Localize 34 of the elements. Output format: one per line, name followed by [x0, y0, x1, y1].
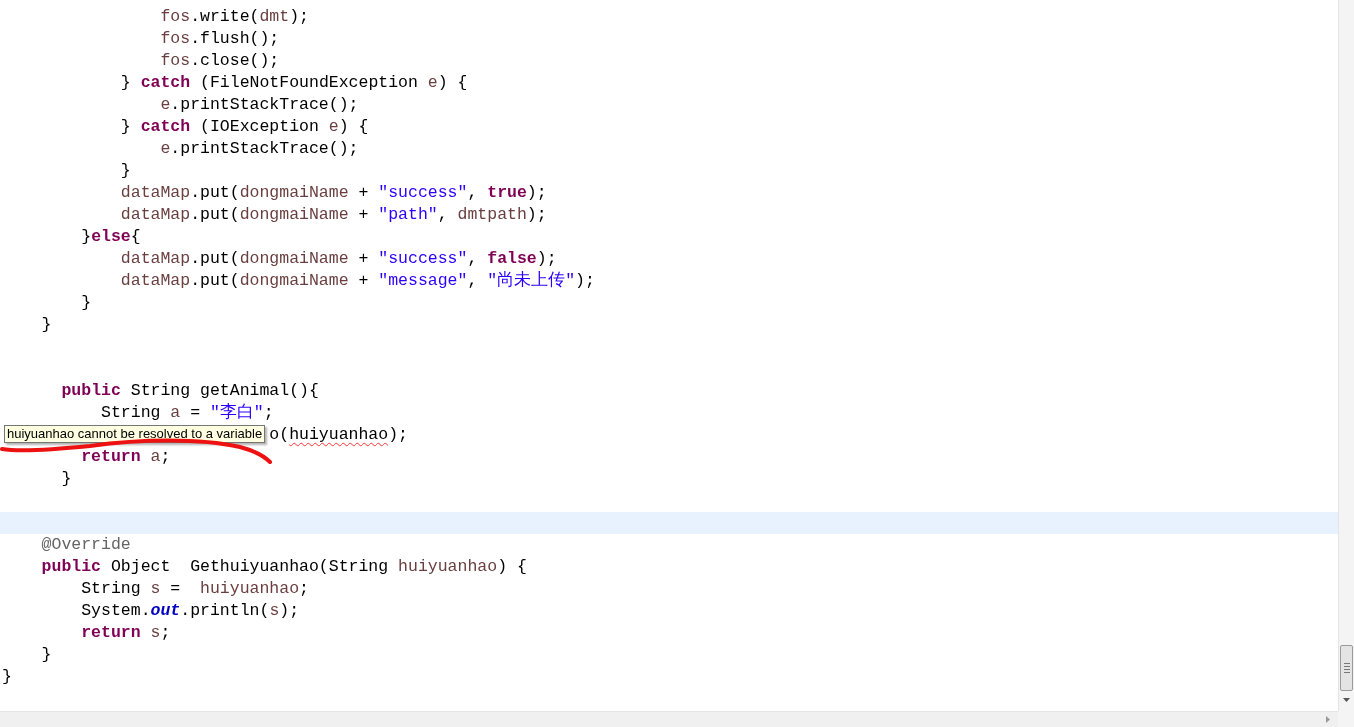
code-line: } [41, 315, 52, 334]
scroll-right-icon[interactable] [1326, 716, 1330, 723]
code-line: dataMap.put(dongmaiName + "success", true); [120, 183, 547, 202]
code-line: dataMap.put(dongmaiName + "path", dmtpath); [120, 205, 547, 224]
code-line: } [120, 161, 131, 180]
code-line: } catch (IOException e) { [120, 117, 369, 136]
horizontal-scrollbar[interactable] [0, 711, 1338, 727]
code-line: fos.flush(); [160, 29, 280, 48]
code-line: e.printStackTrace(); [160, 95, 359, 114]
scrollbar-corner [1338, 711, 1354, 727]
code-line: return s; [81, 623, 171, 642]
code-line: } [41, 645, 52, 664]
code-line: System.out.println(s); [81, 601, 300, 620]
code-line: fos.close(); [160, 51, 280, 70]
code-line: } [2, 667, 12, 686]
code-line: o(huiyuanhao); [269, 425, 408, 444]
code-line: } catch (FileNotFoundException e) { [120, 73, 468, 92]
code-line: public String getAnimal(){ [61, 381, 319, 400]
code-line: } [61, 469, 72, 488]
code-line: e.printStackTrace(); [160, 139, 359, 158]
code-line: public Object Gethuiyuanhao(String huiyuanhao) { [41, 557, 527, 576]
code-line: fos.write(dmt); [160, 7, 309, 26]
scroll-down-icon[interactable] [1343, 698, 1350, 702]
code-line: String s = huiyuanhao; [81, 579, 309, 598]
code-line: @Override [41, 535, 131, 554]
code-line: dataMap.put(dongmaiName + "success", false); [120, 249, 557, 268]
code-line: return a; [81, 447, 171, 466]
error-tooltip: huiyuanhao cannot be resolved to a variable [4, 425, 266, 443]
code-line: dataMap.put(dongmaiName + "message", "尚未上传"); [120, 271, 595, 290]
scrollbar-thumb[interactable] [1340, 645, 1353, 691]
vertical-scrollbar[interactable] [1338, 0, 1354, 711]
code-line: } [81, 293, 92, 312]
code-line: }else{ [81, 227, 141, 246]
code-line: String a = "李白"; [101, 403, 274, 422]
